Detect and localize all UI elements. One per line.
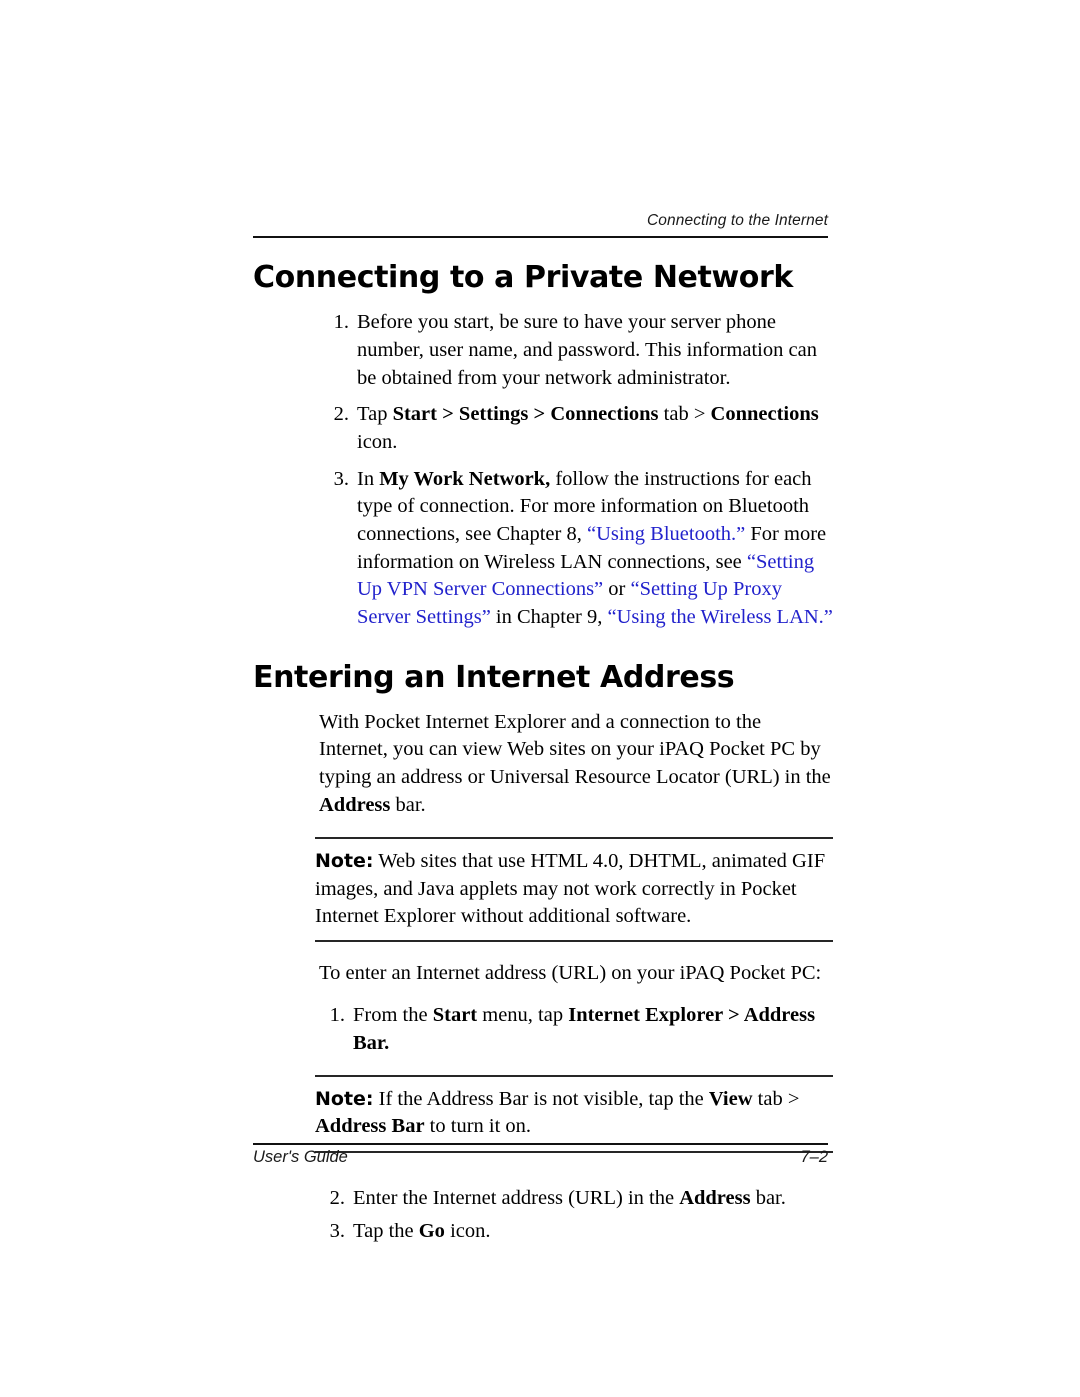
cross-reference-link[interactable]: “Using the Wireless LAN.”: [608, 606, 833, 628]
list-item: 2. Tap Start > Settings > Connections ta…: [325, 401, 833, 456]
plain-text: icon.: [444, 1220, 491, 1243]
emphasized-text: Go: [418, 1220, 445, 1243]
list-item-text: In My Work Network, follow the instructi…: [357, 468, 833, 628]
steps-list-address-bar-start: 1. From the Start menu, tap Internet Exp…: [253, 1002, 833, 1057]
plain-text: in Chapter 9,: [490, 605, 608, 628]
note-text: Note: Web sites that use HTML 4.0, DHTML…: [315, 848, 833, 930]
list-item-text: Tap the Go icon.: [353, 1220, 490, 1242]
page-content: Connecting to a Private Network 1. Befor…: [253, 262, 833, 1252]
plain-text: With Pocket Internet Explorer and a conn…: [319, 710, 831, 789]
steps-list-private-network: 1. Before you start, be sure to have you…: [253, 309, 833, 631]
intro-paragraph: With Pocket Internet Explorer and a conn…: [319, 709, 833, 820]
heading-entering-an-internet-address: Entering an Internet Address: [253, 659, 735, 695]
plain-text: Web sites that use HTML 4.0, DHTML, anim…: [315, 850, 826, 927]
plain-text: If the Address Bar is not visible, tap t…: [373, 1088, 709, 1111]
list-item-number: 3.: [333, 467, 349, 490]
list-item-text: Before you start, be sure to have your s…: [357, 311, 817, 388]
list-item-number: 3.: [329, 1220, 345, 1243]
footer-document-title: User's Guide: [253, 1148, 348, 1166]
footer-page-number: 7–2: [800, 1148, 828, 1166]
lead-in-paragraph: To enter an Internet address (URL) on yo…: [319, 962, 822, 985]
list-item-number: 1.: [333, 311, 349, 334]
plain-text: In: [357, 467, 380, 490]
list-item: 1. From the Start menu, tap Internet Exp…: [321, 1002, 833, 1057]
emphasized-text: My Work Network,: [379, 467, 551, 490]
plain-text: Tap: [357, 403, 393, 426]
plain-text: to turn it on.: [424, 1115, 532, 1138]
emphasized-text: View: [708, 1088, 753, 1111]
plain-text: tab >: [752, 1088, 800, 1111]
note-body: If the Address Bar is not visible, tap t…: [315, 1088, 799, 1137]
list-item-number: 1.: [329, 1003, 345, 1026]
plain-text: bar.: [750, 1186, 786, 1209]
note-label: Note:: [315, 850, 374, 873]
heading-connecting-to-a-private-network: Connecting to a Private Network: [253, 260, 793, 295]
list-item-text: Tap Start > Settings > Connections tab >…: [357, 403, 819, 453]
list-item-number: 2.: [329, 1186, 345, 1209]
list-item-text: From the Start menu, tap Internet Explor…: [353, 1004, 815, 1054]
document-page: Connecting to the Internet Connecting to…: [0, 0, 1080, 1397]
running-head: Connecting to the Internet: [647, 212, 828, 229]
page-footer: User's Guide 7–2: [253, 1148, 828, 1167]
plain-text: menu, tap: [477, 1003, 569, 1026]
note-box-html-support: Note: Web sites that use HTML 4.0, DHTML…: [315, 837, 833, 943]
plain-text: From the: [353, 1003, 433, 1026]
list-item: 1. Before you start, be sure to have you…: [325, 309, 833, 392]
emphasized-text: Connections: [710, 403, 819, 426]
intro-paragraph-text: With Pocket Internet Explorer and a conn…: [319, 711, 831, 816]
note-body: Web sites that use HTML 4.0, DHTML, anim…: [315, 850, 825, 927]
list-item: 3. Tap the Go icon.: [321, 1218, 833, 1246]
plain-text: Tap the: [353, 1220, 419, 1243]
list-item: 3. In My Work Network, follow the instru…: [325, 466, 833, 632]
plain-text: Enter the Internet address (URL) in the: [353, 1186, 680, 1209]
emphasized-text: Start: [432, 1003, 478, 1026]
list-item-number: 2.: [333, 403, 349, 426]
note-label: Note:: [315, 1088, 374, 1111]
note-text: Note: If the Address Bar is not visible,…: [315, 1086, 833, 1141]
emphasized-text: Start > Settings > Connections: [392, 403, 659, 426]
note-box-address-bar-visibility: Note: If the Address Bar is not visible,…: [315, 1075, 833, 1153]
plain-text: bar.: [390, 793, 426, 816]
steps-list-address-bar-tail: 2. Enter the Internet address (URL) in t…: [253, 1185, 833, 1246]
plain-text: or: [603, 578, 631, 601]
list-item: 2. Enter the Internet address (URL) in t…: [321, 1185, 833, 1213]
emphasized-text: Address Bar: [315, 1115, 425, 1138]
plain-text: Before you start, be sure to have your s…: [357, 311, 817, 389]
emphasized-text: Address: [319, 793, 391, 816]
emphasized-text: Address: [679, 1186, 751, 1209]
plain-text: tab >: [658, 403, 711, 426]
footer-rule: [253, 1143, 828, 1145]
header-rule: [253, 236, 828, 238]
list-item-text: Enter the Internet address (URL) in the …: [353, 1187, 786, 1209]
plain-text: icon.: [357, 430, 398, 453]
cross-reference-link[interactable]: “Using Bluetooth.”: [587, 523, 745, 545]
